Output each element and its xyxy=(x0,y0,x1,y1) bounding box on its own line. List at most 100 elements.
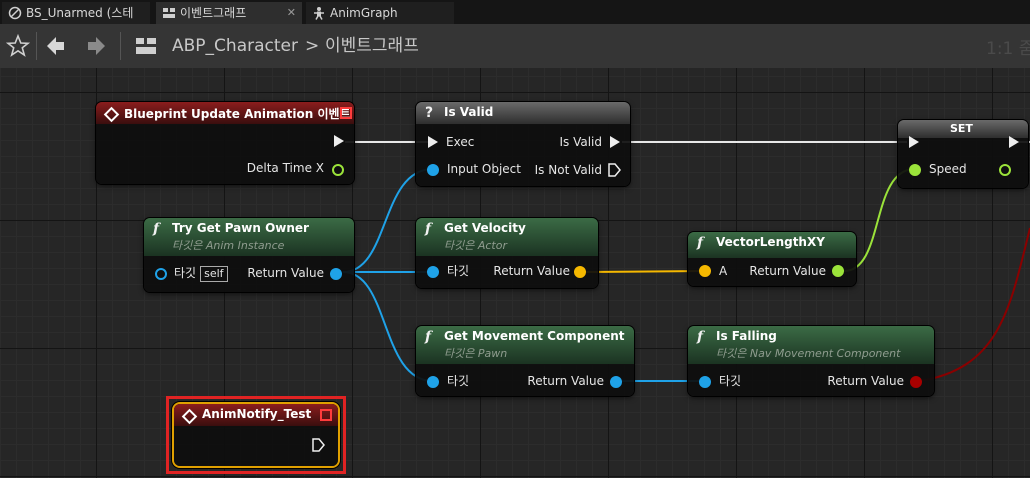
node-header: Blueprint Update Animation 이벤트 xyxy=(96,102,354,124)
graph-toolbar: ABP_Character > 이벤트그래프 1:1 줌 xyxy=(0,24,1030,68)
zoom-level: 1:1 줌 xyxy=(986,39,1030,59)
pin-return-value: Return Value xyxy=(749,263,826,279)
self-default-value[interactable]: self xyxy=(200,266,228,282)
event-icon xyxy=(103,106,120,123)
function-icon: f xyxy=(153,221,160,237)
pin-label: Is Not Valid xyxy=(534,163,602,177)
vector-in-pin[interactable] xyxy=(699,265,711,277)
pin-label: Speed xyxy=(929,162,967,176)
function-node-is-falling[interactable]: f Is Falling 타깃은 Nav Movement Component … xyxy=(688,326,934,396)
breadcrumb-separator: > xyxy=(305,36,320,56)
object-in-pin[interactable] xyxy=(427,376,439,388)
delegate-pin-icon[interactable] xyxy=(340,107,352,119)
variable-set-node[interactable]: SET Speed xyxy=(898,120,1028,188)
pin-exec: Exec xyxy=(446,134,474,150)
tab-anim-graph[interactable]: AnimGraph xyxy=(306,2,454,24)
pin-label: Is Valid xyxy=(559,135,602,149)
node-title: VectorLengthXY xyxy=(716,235,825,249)
node-subtitle: 타깃은 Actor xyxy=(444,239,507,252)
question-icon: ? xyxy=(425,105,434,121)
pin-speed: Speed xyxy=(929,161,967,177)
float-out-pin[interactable] xyxy=(832,265,844,277)
node-header: ? Is Valid xyxy=(416,102,630,124)
toolbar-divider xyxy=(36,32,37,60)
pin-input-object: Input Object xyxy=(447,161,521,177)
graph-icon xyxy=(163,8,175,18)
node-title: Get Movement Component xyxy=(444,329,625,343)
exec-in-pin[interactable] xyxy=(428,136,438,148)
blend-space-icon xyxy=(8,6,22,20)
node-title: SET xyxy=(950,122,973,135)
back-arrow-icon[interactable] xyxy=(44,34,68,58)
function-node-vector-length-xy[interactable]: f VectorLengthXY A Return Value xyxy=(688,232,856,286)
function-icon: f xyxy=(425,329,432,345)
node-subtitle: 타깃은 Nav Movement Component xyxy=(716,347,901,360)
float-in-pin[interactable] xyxy=(909,164,921,176)
breadcrumb-root[interactable]: ABP_Character xyxy=(172,34,298,58)
pin-return-value: Return Value xyxy=(827,373,904,389)
object-in-pin[interactable] xyxy=(427,164,439,176)
pin-return-value: Return Value xyxy=(527,373,604,389)
pin-a: A xyxy=(719,263,727,279)
toolbar-divider xyxy=(120,32,121,60)
function-icon: f xyxy=(425,221,432,237)
pin-label: Return Value xyxy=(827,374,904,388)
float-out-pin[interactable] xyxy=(999,164,1011,176)
exec-out-pin[interactable] xyxy=(334,135,344,147)
node-subtitle: 타깃은 Anim Instance xyxy=(172,239,285,252)
pin-delta-time: Delta Time X xyxy=(247,160,324,176)
tab-label: BS_Unarmed (스테 xyxy=(26,6,134,20)
pin-label: Return Value xyxy=(247,266,324,280)
macro-node-is-valid[interactable]: ? Is Valid Exec Is Valid Input Object Is… xyxy=(416,102,630,186)
event-node-blueprint-update[interactable]: Blueprint Update Animation 이벤트 Delta Tim… xyxy=(96,102,354,184)
float-out-pin[interactable] xyxy=(332,164,344,176)
breadcrumb-current: 이벤트그래프 xyxy=(325,36,419,56)
graph-canvas[interactable]: Blueprint Update Animation 이벤트 Delta Tim… xyxy=(0,68,1030,478)
node-header: f Get Velocity 타깃은 Actor xyxy=(416,218,598,256)
node-subtitle: 타깃은 Pawn xyxy=(444,347,508,360)
pin-label: Return Value xyxy=(493,264,570,278)
object-out-pin[interactable] xyxy=(610,376,622,388)
vector-out-pin[interactable] xyxy=(574,266,586,278)
bool-out-pin[interactable] xyxy=(910,376,922,388)
object-in-pin[interactable] xyxy=(699,376,711,388)
pin-is-not-valid: Is Not Valid xyxy=(535,162,602,178)
star-icon[interactable] xyxy=(6,34,30,58)
bool-wire xyxy=(919,227,1030,382)
close-icon[interactable]: ✕ xyxy=(287,2,296,24)
object-out-pin[interactable] xyxy=(330,268,342,280)
pin-label: Delta Time X xyxy=(246,161,324,175)
exec-out-pin-empty[interactable] xyxy=(608,163,621,177)
pin-label: 타깃 xyxy=(447,264,470,278)
pin-label: 타깃 xyxy=(719,374,742,388)
node-header: f Get Movement Component 타깃은 Pawn xyxy=(416,326,634,364)
pin-label: Exec xyxy=(446,135,475,149)
function-icon: f xyxy=(697,235,704,251)
pin-label: 타깃 xyxy=(174,266,197,280)
function-icon: f xyxy=(697,329,704,345)
tab-label: AnimGraph xyxy=(330,6,398,20)
pin-target: 타깃 xyxy=(447,373,469,389)
function-node-try-get-pawn-owner[interactable]: f Try Get Pawn Owner 타깃은 Anim Instance 타… xyxy=(144,218,354,292)
exec-out-pin[interactable] xyxy=(610,136,620,148)
node-title: Try Get Pawn Owner xyxy=(172,221,309,235)
exec-in-pin[interactable] xyxy=(909,136,919,148)
node-header: f Try Get Pawn Owner 타깃은 Anim Instance xyxy=(144,218,354,256)
object-in-pin[interactable] xyxy=(155,268,167,280)
tab-bs-unarmed[interactable]: BS_Unarmed (스테 xyxy=(2,2,150,24)
exec-out-pin[interactable] xyxy=(1009,136,1019,148)
pin-target: 타깃 self xyxy=(174,265,228,282)
pin-label: Return Value xyxy=(749,264,826,278)
node-header: f Is Falling 타깃은 Nav Movement Component xyxy=(688,326,934,364)
function-node-get-movement-component[interactable]: f Get Movement Component 타깃은 Pawn 타깃 Ret… xyxy=(416,326,634,396)
function-node-get-velocity[interactable]: f Get Velocity 타깃은 Actor 타깃 Return Value xyxy=(416,218,598,288)
pin-return-value: Return Value xyxy=(247,265,324,281)
node-title: Is Valid xyxy=(444,105,494,119)
tab-event-graph[interactable]: 이벤트그래프 ✕ xyxy=(156,2,302,24)
object-in-pin[interactable] xyxy=(427,266,439,278)
pin-return-value: Return Value xyxy=(493,263,570,279)
annotation-highlight-box xyxy=(166,396,346,474)
pin-target: 타깃 xyxy=(447,263,469,279)
node-title: Get Velocity xyxy=(444,221,526,235)
forward-arrow-icon[interactable] xyxy=(84,34,108,58)
